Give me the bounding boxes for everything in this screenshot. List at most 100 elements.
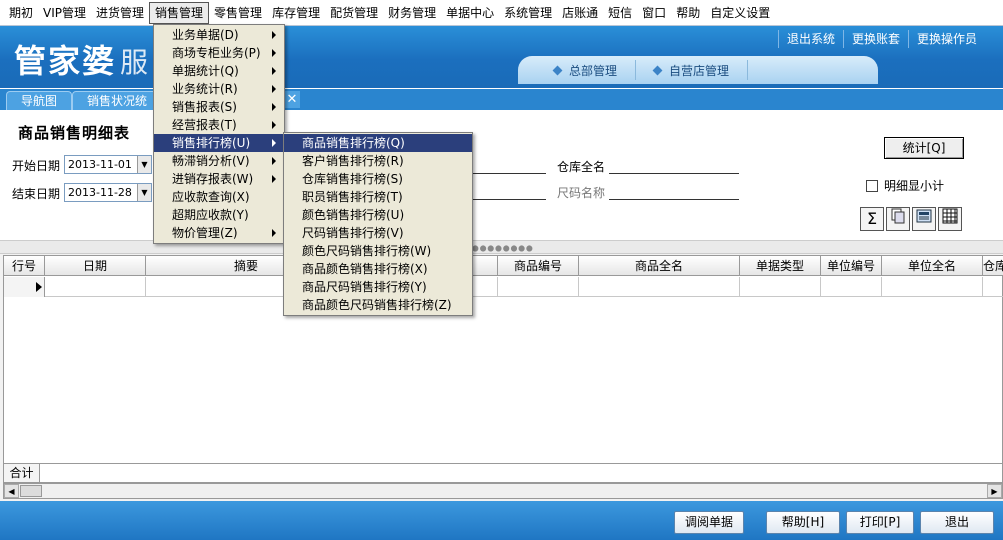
exit-system-button[interactable]: 退出系统 [777,30,843,48]
change-account-button[interactable]: 更换账套 [842,30,908,48]
col-date[interactable]: 日期 [45,256,146,276]
table-cell[interactable] [882,277,983,297]
help-button[interactable]: 帮助[H] [766,511,840,534]
horizontal-scrollbar[interactable]: ◀ ▶ [3,483,1003,499]
menu-item-staff-ranking[interactable]: 职员销售排行榜(T) [284,188,472,206]
menu-item-label: 商场专柜业务(P) [172,46,261,60]
diamond-icon [552,65,563,75]
menu-sms[interactable]: 短信 [603,2,637,24]
menu-item-price-management[interactable]: 物价管理(Z) [154,224,284,242]
app-logo: 管家婆服 [14,36,150,82]
size-input[interactable] [609,199,739,200]
col-row-no[interactable]: 行号 [4,256,45,276]
submenu-arrow-icon [272,67,276,75]
menu-item-doc-stats[interactable]: 单据统计(Q) [154,62,284,80]
menu-item-product-size-ranking[interactable]: 商品尺码销售排行榜(Y) [284,278,472,296]
menu-doc-center[interactable]: 单据中心 [441,2,499,24]
grid-icon[interactable] [938,207,962,231]
menu-item-product-color-ranking[interactable]: 商品颜色销售排行榜(X) [284,260,472,278]
menu-opening[interactable]: 期初 [4,2,38,24]
close-icon[interactable]: ✕ [284,91,300,108]
menu-distribution[interactable]: 配货管理 [325,2,383,24]
tab-nav-map[interactable]: 导航图 [6,91,73,110]
detail-subtotal-option[interactable]: 明细显小计 [866,177,944,194]
menu-item-sales-report[interactable]: 销售报表(S) [154,98,284,116]
menu-help[interactable]: 帮助 [671,2,705,24]
menu-inventory[interactable]: 库存管理 [267,2,325,24]
tab-own-store[interactable]: 自营店管理 [636,60,749,80]
col-product-code[interactable]: 商品编号 [498,256,579,276]
menu-item-label: 经营报表(T) [172,118,237,132]
menu-system[interactable]: 系统管理 [499,2,557,24]
menu-item-product-color-size-ranking[interactable]: 商品颜色尺码销售排行榜(Z) [284,296,472,314]
splitter-grip[interactable]: ⬤⬤⬤⬤⬤⬤⬤⬤ [472,245,534,252]
menu-window[interactable]: 窗口 [637,2,671,24]
menu-item-operating-report[interactable]: 经营报表(T) [154,116,284,134]
sum-icon[interactable]: Σ [860,207,884,231]
table-row[interactable] [4,277,1003,297]
menu-item-sell-through[interactable]: 畅滞销分析(V) [154,152,284,170]
submenu-arrow-icon [272,157,276,165]
submenu-arrow-icon [272,31,276,39]
menu-custom[interactable]: 自定义设置 [705,2,775,24]
start-date-input[interactable]: 2013-11-01 ▼ [64,155,152,174]
menu-item-label: 业务单据(D) [172,28,239,42]
print-button[interactable]: 打印[P] [846,511,914,534]
scroll-thumb[interactable] [20,485,42,497]
document-tabs: 导航图 销售状况统 ✕ [0,88,1003,110]
col-unit-code[interactable]: 单位编号 [821,256,882,276]
exit-button[interactable]: 退出 [920,511,994,534]
menu-item-label: 销售排行榜(U) [172,136,251,150]
end-date-input[interactable]: 2013-11-28 ▼ [64,183,152,202]
menu-item-customer-ranking[interactable]: 客户销售排行榜(R) [284,152,472,170]
menu-vip[interactable]: VIP管理 [38,2,91,24]
warehouse-input[interactable] [609,173,739,174]
menu-finance[interactable]: 财务管理 [383,2,441,24]
menu-item-warehouse-ranking[interactable]: 仓库销售排行榜(S) [284,170,472,188]
col-warehouse[interactable]: 仓库 [983,256,1003,276]
submenu-arrow-icon [272,103,276,111]
menu-bar: 期初 VIP管理 进货管理 销售管理 零售管理 库存管理 配货管理 财务管理 单… [0,0,1003,26]
splitter[interactable]: ⬤⬤⬤⬤⬤⬤⬤⬤ [0,240,1003,254]
detail-subtotal-checkbox[interactable] [866,179,878,192]
tab-hq-management[interactable]: 总部管理 [536,60,637,80]
menu-purchase[interactable]: 进货管理 [91,2,149,24]
sales-menu: 业务单据(D) 商场专柜业务(P) 单据统计(Q) 业务统计(R) 销售报表(S… [153,24,285,244]
menu-sales[interactable]: 销售管理 [149,1,210,24]
menu-item-color-size-ranking[interactable]: 颜色尺码销售排行榜(W) [284,242,472,260]
table-cell[interactable] [45,277,146,297]
calculator-icon[interactable] [912,207,936,231]
menu-item-business-stats[interactable]: 业务统计(R) [154,80,284,98]
dropdown-arrow-icon[interactable]: ▼ [137,184,151,201]
menu-item-psi-report[interactable]: 进销存报表(W) [154,170,284,188]
menu-item-business-docs[interactable]: 业务单据(D) [154,26,284,44]
menu-item-sales-ranking[interactable]: 销售排行榜(U) [154,134,284,152]
view-document-button[interactable]: 调阅单据 [674,511,744,534]
col-unit-name[interactable]: 单位全名 [882,256,983,276]
menu-item-receivables[interactable]: 应收款查询(X) [154,188,284,206]
col-product-name[interactable]: 商品全名 [579,256,740,276]
change-operator-button[interactable]: 更换操作员 [907,30,985,48]
menu-store-account[interactable]: 店账通 [557,2,603,24]
menu-item-label: 超期应收款(Y) [172,208,249,222]
menu-item-color-ranking[interactable]: 颜色销售排行榜(U) [284,206,472,224]
warehouse-label: 仓库全名 [557,160,606,174]
scroll-left-icon[interactable]: ◀ [4,484,19,498]
stat-button[interactable]: 统计[Q] [884,137,964,159]
menu-item-overdue-receivables[interactable]: 超期应收款(Y) [154,206,284,224]
table-cell[interactable] [579,277,740,297]
copy-icon[interactable] [886,207,910,231]
scroll-right-icon[interactable]: ▶ [987,484,1002,498]
menu-retail[interactable]: 零售管理 [209,2,267,24]
dropdown-arrow-icon[interactable]: ▼ [137,156,151,173]
tab-label: 自营店管理 [669,63,730,78]
col-doc-type[interactable]: 单据类型 [740,256,821,276]
menu-item-size-ranking[interactable]: 尺码销售排行榜(V) [284,224,472,242]
table-cell[interactable] [498,277,579,297]
menu-item-product-ranking[interactable]: 商品销售排行榜(Q) [284,134,472,152]
detail-subtotal-label: 明细显小计 [884,179,945,193]
top-buttons: 退出系统 更换账套 更换操作员 [777,30,985,48]
menu-item-mall-counter[interactable]: 商场专柜业务(P) [154,44,284,62]
table-cell[interactable] [821,277,882,297]
table-cell[interactable] [740,277,821,297]
